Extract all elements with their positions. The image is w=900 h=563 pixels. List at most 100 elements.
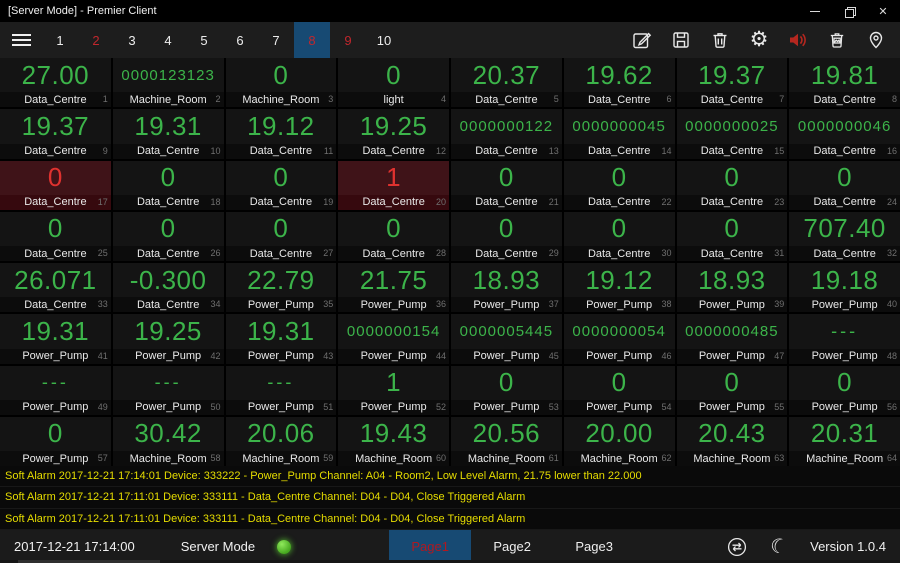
night-mode-button[interactable]: ☾ bbox=[768, 534, 791, 560]
tile-59[interactable]: 20.06 Machine_Room 59 bbox=[225, 416, 337, 466]
tile-41[interactable]: 19.31 Power_Pump 41 bbox=[0, 314, 111, 364]
tile-29[interactable]: 0 Data_Centre 29 bbox=[451, 211, 562, 261]
tile-7[interactable]: 19.37 Data_Centre 7 bbox=[676, 58, 788, 108]
page-tab-page2[interactable]: Page2 bbox=[471, 530, 553, 563]
tile-34[interactable]: -0.300 Data_Centre 34 bbox=[112, 263, 224, 313]
image-bin-button[interactable] bbox=[826, 29, 848, 51]
tile-21[interactable]: 0 Data_Centre 21 bbox=[451, 160, 562, 210]
tile-24[interactable]: 0 Data_Centre 24 bbox=[789, 160, 900, 210]
edit-button[interactable] bbox=[631, 29, 653, 51]
tile-45[interactable]: 0000005445 Power_Pump 45 bbox=[451, 314, 562, 364]
tile-8[interactable]: 19.81 Data_Centre 8 bbox=[789, 58, 900, 108]
audio-alarm-button[interactable] bbox=[787, 29, 809, 51]
tile-52[interactable]: 1 Power_Pump 52 bbox=[338, 365, 449, 415]
tile-42[interactable]: 19.25 Power_Pump 42 bbox=[112, 314, 224, 364]
tab-2[interactable]: 2 bbox=[78, 22, 114, 58]
tile-value: 0 bbox=[273, 162, 289, 193]
tile-label: Power_Pump bbox=[473, 401, 540, 414]
tile-57[interactable]: 0 Power_Pump 57 bbox=[0, 416, 111, 466]
tile-53[interactable]: 0 Power_Pump 53 bbox=[451, 365, 562, 415]
tab-6[interactable]: 6 bbox=[222, 22, 258, 58]
tile-26[interactable]: 0 Data_Centre 26 bbox=[112, 211, 224, 261]
tile-10[interactable]: 19.31 Data_Centre 10 bbox=[112, 109, 224, 159]
page-tab-page3[interactable]: Page3 bbox=[553, 530, 635, 563]
tile-33[interactable]: 26.071 Data_Centre 33 bbox=[0, 263, 111, 313]
tile-13[interactable]: 0000000122 Data_Centre 13 bbox=[451, 109, 562, 159]
tile-17[interactable]: 0 Data_Centre 17 bbox=[0, 160, 111, 210]
alarm-row-1[interactable]: Soft Alarm 2017-12-21 17:14:01 Device: 3… bbox=[0, 466, 900, 488]
tile-32[interactable]: 707.40 Data_Centre 32 bbox=[789, 211, 900, 261]
alarm-row-3[interactable]: Soft Alarm 2017-12-21 17:11:01 Device: 3… bbox=[0, 508, 900, 530]
tile-3[interactable]: 0 Machine_Room 3 bbox=[225, 58, 337, 108]
tile-5[interactable]: 20.37 Data_Centre 5 bbox=[451, 58, 562, 108]
restore-button[interactable] bbox=[832, 0, 866, 22]
tile-51[interactable]: --- Power_Pump 51 bbox=[225, 365, 337, 415]
tile-43[interactable]: 19.31 Power_Pump 43 bbox=[225, 314, 337, 364]
tile-2[interactable]: 0000123123 Machine_Room 2 bbox=[112, 58, 224, 108]
tile-64[interactable]: 20.31 Machine_Room 64 bbox=[789, 416, 900, 466]
tile-22[interactable]: 0 Data_Centre 22 bbox=[563, 160, 675, 210]
tile-36[interactable]: 21.75 Power_Pump 36 bbox=[338, 263, 449, 313]
tile-50[interactable]: --- Power_Pump 50 bbox=[112, 365, 224, 415]
tile-14[interactable]: 0000000045 Data_Centre 14 bbox=[563, 109, 675, 159]
tile-46[interactable]: 0000000054 Power_Pump 46 bbox=[563, 314, 675, 364]
tile-58[interactable]: 30.42 Machine_Room 58 bbox=[112, 416, 224, 466]
tile-value: --- bbox=[831, 320, 859, 341]
tile-6[interactable]: 19.62 Data_Centre 6 bbox=[563, 58, 675, 108]
window-title: [Server Mode] - Premier Client bbox=[8, 5, 157, 17]
settings-button[interactable]: ⚙ bbox=[748, 29, 770, 51]
tile-16[interactable]: 0000000046 Data_Centre 16 bbox=[789, 109, 900, 159]
tile-28[interactable]: 0 Data_Centre 28 bbox=[338, 211, 449, 261]
tile-35[interactable]: 22.79 Power_Pump 35 bbox=[225, 263, 337, 313]
tile-55[interactable]: 0 Power_Pump 55 bbox=[676, 365, 788, 415]
save-button[interactable] bbox=[670, 29, 692, 51]
tile-label-row: Data_Centre 34 bbox=[112, 297, 224, 313]
tile-49[interactable]: --- Power_Pump 49 bbox=[0, 365, 111, 415]
tile-31[interactable]: 0 Data_Centre 31 bbox=[676, 211, 788, 261]
tile-63[interactable]: 20.43 Machine_Room 63 bbox=[676, 416, 788, 466]
tab-8[interactable]: 8 bbox=[294, 22, 330, 58]
tile-27[interactable]: 0 Data_Centre 27 bbox=[225, 211, 337, 261]
tile-44[interactable]: 0000000154 Power_Pump 44 bbox=[338, 314, 449, 364]
tile-label: Machine_Room bbox=[806, 452, 884, 465]
tile-54[interactable]: 0 Power_Pump 54 bbox=[563, 365, 675, 415]
tab-5[interactable]: 5 bbox=[186, 22, 222, 58]
tile-37[interactable]: 18.93 Power_Pump 37 bbox=[451, 263, 562, 313]
location-button[interactable] bbox=[865, 29, 887, 51]
page-tab-page1[interactable]: Page1 bbox=[389, 530, 472, 563]
tile-62[interactable]: 20.00 Machine_Room 62 bbox=[563, 416, 675, 466]
alarm-row-2[interactable]: Soft Alarm 2017-12-21 17:11:01 Device: 3… bbox=[0, 487, 900, 509]
tab-4[interactable]: 4 bbox=[150, 22, 186, 58]
tile-40[interactable]: 19.18 Power_Pump 40 bbox=[789, 263, 900, 313]
tab-10[interactable]: 10 bbox=[366, 22, 402, 58]
tile-1[interactable]: 27.00 Data_Centre 1 bbox=[0, 58, 111, 108]
tile-12[interactable]: 19.25 Data_Centre 12 bbox=[338, 109, 449, 159]
tile-15[interactable]: 0000000025 Data_Centre 15 bbox=[676, 109, 788, 159]
tile-20[interactable]: 1 Data_Centre 20 bbox=[338, 160, 449, 210]
close-button[interactable]: ✕ bbox=[866, 0, 900, 22]
minimize-button[interactable] bbox=[798, 0, 832, 22]
tile-47[interactable]: 0000000485 Power_Pump 47 bbox=[676, 314, 788, 364]
tile-11[interactable]: 19.12 Data_Centre 11 bbox=[225, 109, 337, 159]
tab-1[interactable]: 1 bbox=[42, 22, 78, 58]
tile-38[interactable]: 19.12 Power_Pump 38 bbox=[563, 263, 675, 313]
tile-23[interactable]: 0 Data_Centre 23 bbox=[676, 160, 788, 210]
tile-61[interactable]: 20.56 Machine_Room 61 bbox=[451, 416, 562, 466]
tile-25[interactable]: 0 Data_Centre 25 bbox=[0, 211, 111, 261]
tile-19[interactable]: 0 Data_Centre 19 bbox=[225, 160, 337, 210]
tile-48[interactable]: --- Power_Pump 48 bbox=[789, 314, 900, 364]
tile-56[interactable]: 0 Power_Pump 56 bbox=[789, 365, 900, 415]
delete-button[interactable] bbox=[709, 29, 731, 51]
menu-button[interactable] bbox=[0, 22, 42, 58]
tab-9[interactable]: 9 bbox=[330, 22, 366, 58]
sync-button[interactable] bbox=[726, 536, 748, 558]
tile-index: 39 bbox=[774, 299, 785, 310]
tile-4[interactable]: 0 light 4 bbox=[338, 58, 449, 108]
tab-7[interactable]: 7 bbox=[258, 22, 294, 58]
tile-60[interactable]: 19.43 Machine_Room 60 bbox=[338, 416, 449, 466]
tile-18[interactable]: 0 Data_Centre 18 bbox=[112, 160, 224, 210]
tile-30[interactable]: 0 Data_Centre 30 bbox=[563, 211, 675, 261]
tile-9[interactable]: 19.37 Data_Centre 9 bbox=[0, 109, 111, 159]
tile-39[interactable]: 18.93 Power_Pump 39 bbox=[676, 263, 788, 313]
tab-3[interactable]: 3 bbox=[114, 22, 150, 58]
